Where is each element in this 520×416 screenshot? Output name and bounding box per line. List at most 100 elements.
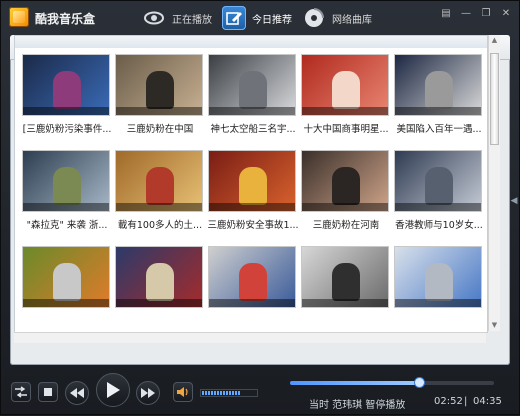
player-controls: 当时 范玮琪 智停播放 02:52 | 04:35 <box>1 369 520 416</box>
thumbnail-caption-bar <box>395 107 481 115</box>
video-item[interactable]: 三鹿奶粉安全事故1... <box>206 150 300 231</box>
video-thumbnail[interactable] <box>115 150 203 212</box>
nav-label: 今日推荐 <box>252 14 292 26</box>
video-thumbnail[interactable] <box>115 54 203 116</box>
restore-icon[interactable]: ❐ <box>479 7 493 21</box>
video-thumbnail[interactable] <box>208 150 296 212</box>
video-thumbnail[interactable] <box>301 54 389 116</box>
thumbnail-figure <box>239 263 267 301</box>
now-playing-status: 当时 范玮琪 智停播放 <box>309 400 406 411</box>
play-button[interactable] <box>96 373 130 407</box>
video-thumbnail[interactable] <box>208 246 296 308</box>
next-button[interactable] <box>136 381 160 405</box>
time-separator: | <box>464 396 468 407</box>
video-thumbnail[interactable] <box>394 246 482 308</box>
video-thumbnail[interactable] <box>394 54 482 116</box>
video-caption[interactable]: 三鹿奶粉在河南 <box>299 217 393 231</box>
nav-now-playing[interactable]: 正在播放 <box>142 5 212 31</box>
speaker-icon <box>177 387 188 397</box>
video-item[interactable]: 香港教师与10岁女... <box>392 150 486 231</box>
progress-knob[interactable] <box>414 378 424 387</box>
elapsed-time: 02:52 <box>434 396 463 407</box>
collapse-arrow-icon[interactable]: ◀ <box>510 191 518 211</box>
video-caption[interactable]: 香港教师与10岁女... <box>392 217 486 231</box>
video-item[interactable]: 神七太空船三名宇... <box>206 54 300 135</box>
volume-button[interactable] <box>173 382 193 402</box>
video-caption[interactable]: 載有100多人的土... <box>113 217 207 231</box>
stop-icon <box>44 388 52 396</box>
video-caption[interactable]: 十大中国商事明星... <box>299 121 393 135</box>
thumbnail-caption-bar <box>302 203 388 211</box>
shuffle-icon <box>15 386 27 398</box>
video-item[interactable] <box>301 246 391 326</box>
title-bar: 酷我音乐盒 正在播放 今日推荐 网络曲库 ▤ — ❐ ✕ <box>1 1 520 35</box>
thumbnail-figure <box>332 167 360 205</box>
video-item[interactable]: [三鹿奶粉污染事件... <box>20 54 114 135</box>
video-item[interactable]: 三鹿奶粉在河南 <box>299 150 393 231</box>
nav-label: 网络曲库 <box>332 14 372 26</box>
video-item[interactable] <box>394 246 484 326</box>
thumbnail-caption-bar <box>116 107 202 115</box>
thumbnail-figure <box>425 263 453 301</box>
video-item[interactable] <box>208 246 298 326</box>
video-caption[interactable]: [三鹿奶粉污染事件... <box>20 121 114 135</box>
playmode-button[interactable] <box>11 382 31 402</box>
video-item[interactable]: 美国陷入百年一遇... <box>392 54 486 135</box>
video-thumbnail[interactable] <box>394 150 482 212</box>
video-thumbnail[interactable] <box>301 150 389 212</box>
video-panel: [三鹿奶粉污染事件... 三鹿奶粉在中国 神七太空船三名宇... 十大中国商事明星..… <box>14 35 488 333</box>
video-caption[interactable]: 美国陷入百年一遇... <box>392 121 486 135</box>
thumbnail-figure <box>425 71 453 109</box>
play-icon <box>107 382 120 398</box>
video-thumbnail[interactable] <box>301 246 389 308</box>
thumbnail-caption-bar <box>302 299 388 307</box>
app-title: 酷我音乐盒 <box>35 12 96 26</box>
stop-button[interactable] <box>38 382 58 402</box>
previous-button[interactable] <box>65 381 89 405</box>
thumbnail-figure <box>239 71 267 109</box>
video-thumbnail[interactable] <box>115 246 203 308</box>
scroll-down-icon[interactable]: ▼ <box>490 321 499 330</box>
nav-today-recommend[interactable]: 今日推荐 <box>222 5 292 31</box>
volume-slider[interactable] <box>200 389 258 397</box>
thumbnail-figure <box>332 71 360 109</box>
scroll-up-icon[interactable]: ▲ <box>490 36 499 45</box>
video-item[interactable]: 十大中国商事明星... <box>299 54 393 135</box>
minimize-icon[interactable]: — <box>459 7 473 21</box>
vertical-scrollbar[interactable]: ▲ ▼ <box>488 35 500 331</box>
panel-header <box>15 36 487 48</box>
thumbnail-figure <box>239 167 267 205</box>
progress-bar[interactable] <box>290 378 494 387</box>
scroll-thumb[interactable] <box>490 53 499 145</box>
thumbnail-figure <box>53 167 81 205</box>
volume-level <box>202 391 241 395</box>
video-thumbnail[interactable] <box>22 246 110 308</box>
horizontal-scrollbar[interactable] <box>14 332 486 343</box>
close-icon[interactable]: ✕ <box>499 7 513 21</box>
window-controls: ▤ — ❐ ✕ <box>439 7 513 21</box>
video-caption[interactable]: "森拉克" 来袭 浙... <box>20 217 114 231</box>
thumbnail-figure <box>425 167 453 205</box>
video-thumbnail[interactable] <box>22 54 110 116</box>
progress-fill <box>290 381 419 385</box>
video-caption[interactable]: 三鹿奶粉安全事故1... <box>206 217 300 231</box>
nav-online-library[interactable]: 网络曲库 <box>302 5 372 31</box>
video-thumbnail[interactable] <box>22 150 110 212</box>
video-item[interactable]: "森拉克" 来袭 浙... <box>20 150 114 231</box>
menu-icon[interactable]: ▤ <box>439 7 453 21</box>
thumbnail-caption-bar <box>23 107 109 115</box>
app-window: 酷我音乐盒 正在播放 今日推荐 网络曲库 ▤ — ❐ ✕ [三鹿奶粉污染事件..… <box>0 0 520 415</box>
thumbnail-caption-bar <box>209 107 295 115</box>
video-thumbnail[interactable] <box>208 54 296 116</box>
thumbnail-figure <box>53 71 81 109</box>
thumbnail-caption-bar <box>395 203 481 211</box>
video-item[interactable]: 三鹿奶粉在中国 <box>113 54 207 135</box>
thumbnail-caption-bar <box>209 299 295 307</box>
video-item[interactable] <box>22 246 112 326</box>
video-item[interactable] <box>115 246 205 326</box>
total-time: 04:35 <box>473 396 502 407</box>
video-caption[interactable]: 神七太空船三名宇... <box>206 121 300 135</box>
video-caption[interactable]: 三鹿奶粉在中国 <box>113 121 207 135</box>
video-item[interactable]: 載有100多人的土... <box>113 150 207 231</box>
thumbnail-figure <box>53 263 81 301</box>
